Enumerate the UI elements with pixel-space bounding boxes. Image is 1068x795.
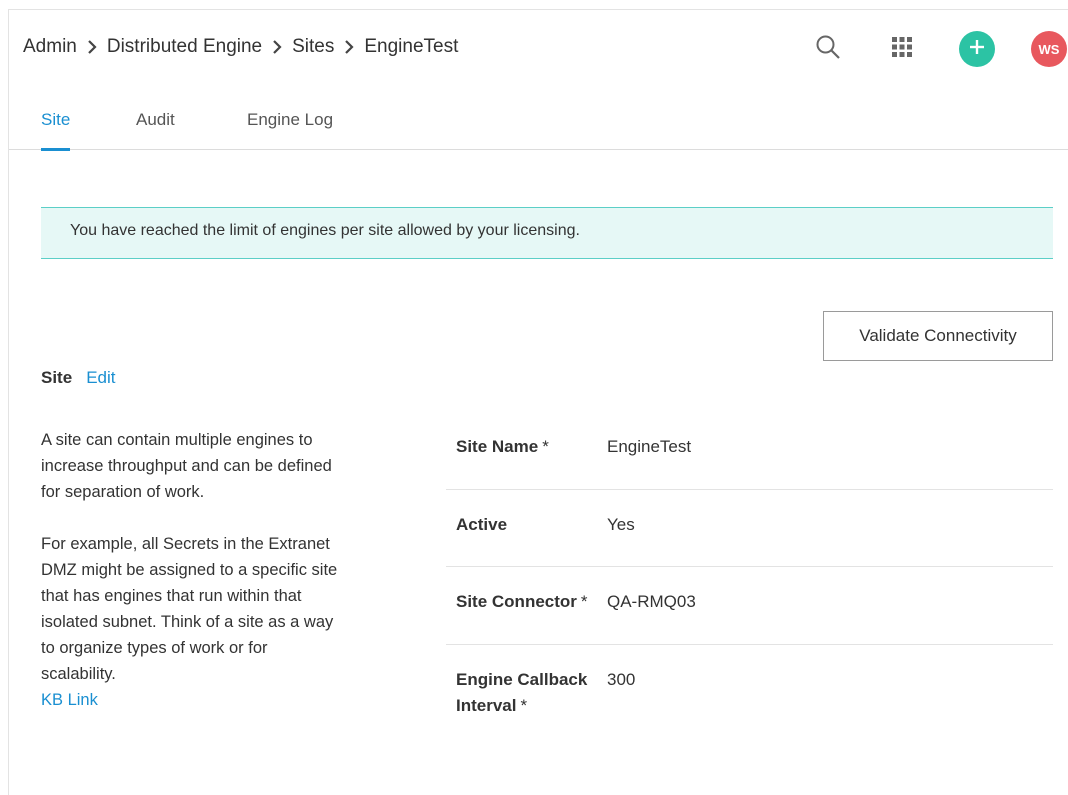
search-button[interactable] xyxy=(811,32,845,66)
apps-grid-icon xyxy=(890,35,914,64)
tab-audit[interactable]: Audit xyxy=(136,110,175,150)
tab-engine-log[interactable]: Engine Log xyxy=(247,110,333,150)
required-mark: * xyxy=(542,437,549,456)
breadcrumb-sites[interactable]: Sites xyxy=(292,36,334,58)
section-header: Site Edit xyxy=(41,368,115,388)
chevron-right-icon xyxy=(272,40,282,54)
field-value: EngineTest xyxy=(607,437,692,456)
field-label: Engine Callback Interval * xyxy=(446,667,607,755)
field-row-site-name: Site Name * EngineTest xyxy=(446,412,1053,490)
tab-bar: Site Audit Engine Log xyxy=(9,102,1068,151)
field-label: Site Name * xyxy=(446,434,607,489)
site-fields: Site Name * EngineTest Active Yes Site Co… xyxy=(446,412,1053,755)
field-label-text: Site Name xyxy=(456,437,539,456)
field-row-active: Active Yes xyxy=(446,490,1053,567)
apps-menu-button[interactable] xyxy=(885,32,919,66)
field-value: Yes xyxy=(607,514,635,534)
chevron-right-icon xyxy=(344,40,354,54)
field-label: Site Connector * xyxy=(446,589,607,644)
field-label-text: Active xyxy=(456,514,508,534)
edit-link[interactable]: Edit xyxy=(86,368,115,388)
field-value: QA-RMQ03 xyxy=(607,592,696,611)
breadcrumb: Admin Distributed Engine Sites EngineTes… xyxy=(23,36,458,58)
site-description: A site can contain multiple engines to i… xyxy=(41,427,341,713)
description-paragraph: A site can contain multiple engines to i… xyxy=(41,431,332,501)
breadcrumb-distributed-engine[interactable]: Distributed Engine xyxy=(107,36,262,58)
page-header: Admin Distributed Engine Sites EngineTes… xyxy=(9,10,1068,86)
required-mark: * xyxy=(520,695,528,715)
page-frame: Admin Distributed Engine Sites EngineTes… xyxy=(8,9,1068,795)
plus-icon xyxy=(968,38,986,61)
field-label: Active xyxy=(446,512,607,567)
add-button[interactable] xyxy=(959,31,995,67)
breadcrumb-admin[interactable]: Admin xyxy=(23,36,77,58)
chevron-right-icon xyxy=(87,40,97,54)
breadcrumb-current: EngineTest xyxy=(364,36,459,57)
search-icon xyxy=(815,34,841,65)
description-paragraph: For example, all Secrets in the Extranet… xyxy=(41,535,338,683)
license-limit-alert: You have reached the limit of engines pe… xyxy=(41,207,1053,259)
required-mark: * xyxy=(580,592,588,611)
field-row-site-connector: Site Connector * QA-RMQ03 xyxy=(446,567,1053,645)
kb-link[interactable]: KB Link xyxy=(41,687,341,713)
section-title: Site xyxy=(41,368,73,387)
field-row-engine-callback-interval: Engine Callback Interval * 300 xyxy=(446,645,1053,755)
field-label-text: Site Connector xyxy=(456,592,577,611)
tab-site[interactable]: Site xyxy=(41,110,71,151)
user-avatar[interactable]: WS xyxy=(1031,31,1067,67)
field-value: 300 xyxy=(607,669,636,689)
validate-connectivity-button[interactable]: Validate Connectivity xyxy=(823,311,1053,361)
